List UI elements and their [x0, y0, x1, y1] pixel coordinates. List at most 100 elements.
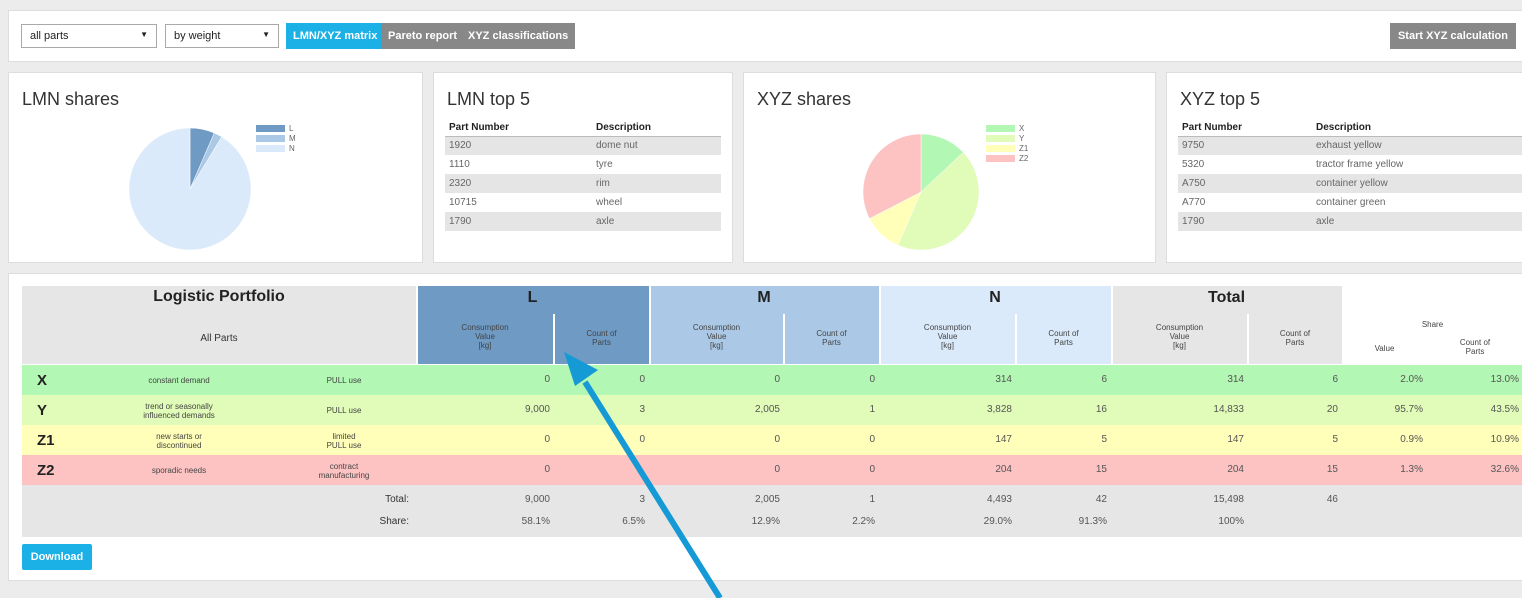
- part-description: axle: [1312, 212, 1522, 231]
- matrix-value-cell: 95.7%: [1394, 404, 1423, 415]
- tab-xyz-classifications[interactable]: XYZ classifications: [461, 23, 576, 49]
- matrix-value-cell: 5: [1101, 434, 1107, 445]
- table-header-row: Part Number Description: [445, 119, 721, 137]
- matrix-value-cell: 2.2%: [852, 516, 875, 527]
- matrix-value-cell: 1.3%: [1400, 464, 1423, 475]
- matrix-value-cell: 0: [869, 374, 875, 385]
- matrix-value-cell: 3,828: [986, 404, 1012, 415]
- column-header: Description: [1312, 119, 1522, 137]
- legend-swatch: [256, 124, 285, 132]
- download-button[interactable]: Download: [22, 544, 92, 570]
- toolbar: all parts ▼ by weight ▼ LMN/XYZ matrix P…: [8, 10, 1522, 62]
- legend-item-z2: Z2: [986, 153, 1028, 163]
- matrix-value-cell: 6: [1332, 374, 1338, 385]
- legend-label: Z1: [1019, 143, 1029, 153]
- matrix-value-cell: 4,493: [986, 494, 1012, 505]
- row-usage: PULL use: [326, 376, 362, 385]
- chevron-down-icon: ▼: [262, 30, 270, 39]
- parts-filter-select[interactable]: all parts ▼: [21, 24, 157, 48]
- matrix-value-cell: 0: [639, 374, 645, 385]
- legend-swatch: [986, 124, 1015, 132]
- matrix-value-cell: 0: [639, 434, 645, 445]
- sort-select[interactable]: by weight ▼: [165, 24, 279, 48]
- legend-swatch: [986, 144, 1015, 152]
- part-number: 2320: [445, 174, 592, 193]
- portfolio-title: Logistic Portfolio: [153, 288, 285, 305]
- group-title: N: [989, 289, 1001, 306]
- logistic-portfolio-panel: Logistic Portfolio All Parts L M N Total Consu…: [8, 273, 1522, 581]
- count-of-parts-header: Count of Parts: [586, 329, 617, 347]
- matrix-value-cell: 46: [1326, 494, 1338, 505]
- tab-lmn-xyz-matrix[interactable]: LMN/XYZ matrix: [286, 23, 385, 49]
- matrix-value-cell: [554, 464, 649, 478]
- group-title: L: [527, 289, 538, 306]
- part-number: 1790: [1178, 212, 1312, 231]
- matrix-value-cell: 12.9%: [751, 516, 780, 527]
- matrix-value-cell: 0: [774, 434, 780, 445]
- part-description: container yellow: [1312, 174, 1522, 193]
- tab-pareto-report[interactable]: Pareto report: [381, 23, 465, 49]
- matrix-value-cell: 13.0%: [1490, 374, 1519, 385]
- share-header: Share: [1421, 320, 1444, 329]
- row-label: Share:: [379, 516, 409, 527]
- lmn-legend: L M N: [256, 123, 296, 153]
- row-description: trend or seasonally influenced demands: [143, 402, 215, 420]
- consumption-value-header: Consumption Value [kg]: [692, 323, 741, 350]
- matrix-value-cell: 0: [544, 434, 550, 445]
- matrix-value-cell: 1: [869, 494, 875, 505]
- lmn-top5-title: LMN top 5: [447, 89, 531, 109]
- legend-item-m: M: [256, 133, 296, 143]
- lmn-top5-table: Part Number Description 1920 dome nut 1110…: [445, 119, 721, 231]
- table-row: A770 container green: [1178, 193, 1522, 212]
- matrix-value-cell: 0: [869, 434, 875, 445]
- part-number: A770: [1182, 197, 1206, 208]
- table-row: 2320 rim: [445, 174, 721, 193]
- matrix-value-cell: 147: [995, 434, 1012, 445]
- table-header-row: Part Number Description: [1178, 119, 1522, 137]
- table-row: 10715 wheel: [445, 193, 721, 212]
- share-count-header: Count of Parts: [1459, 338, 1491, 356]
- start-xyz-calculation-button[interactable]: Start XYZ calculation: [1389, 23, 1516, 49]
- part-description: axle: [592, 212, 721, 231]
- consumption-value-header: Consumption Value [kg]: [1155, 323, 1204, 350]
- xyz-top5-title: XYZ top 5: [1180, 89, 1261, 109]
- matrix-value-cell: 20: [1326, 404, 1338, 415]
- matrix-value-cell: 0.9%: [1400, 434, 1423, 445]
- matrix-value-cell: 204: [995, 464, 1012, 475]
- count-of-parts-header: Count of Parts: [1048, 329, 1079, 347]
- matrix-value-cell: 314: [1227, 374, 1244, 385]
- matrix-value-cell: 0: [774, 464, 780, 475]
- legend-label: M: [289, 133, 296, 143]
- lmn-top5-card: LMN top 5 Part Number Description 1920 dom…: [433, 72, 733, 263]
- part-description: container green: [1316, 197, 1386, 208]
- matrix-value-cell: 9,000: [524, 494, 550, 505]
- sort-value: by weight: [174, 30, 221, 42]
- legend-label: Z2: [1019, 153, 1029, 163]
- matrix-value-cell: [1248, 516, 1342, 530]
- matrix-value-cell: 9,000: [524, 404, 550, 415]
- part-number: A750: [1178, 174, 1312, 193]
- matrix-value-cell: 15,498: [1213, 494, 1244, 505]
- part-description: exhaust yellow: [1312, 136, 1522, 155]
- table-row: 1790 axle: [445, 212, 721, 231]
- column-header: Part Number: [445, 119, 592, 137]
- xyz-shares-card: XYZ shares X Y Z1 Z2: [743, 72, 1156, 263]
- matrix-value-cell: 6.5%: [622, 516, 645, 527]
- xyz-pie-chart: [862, 133, 980, 251]
- xyz-top5-card: XYZ top 5 Part Number Description 9750 exh…: [1166, 72, 1522, 263]
- row-class-label: Z2: [37, 462, 55, 479]
- count-of-parts-header: Count of Parts: [1279, 329, 1311, 347]
- matrix-value-cell: [1427, 494, 1522, 508]
- matrix-value-cell: 5: [1332, 434, 1338, 445]
- matrix-value-cell: 314: [995, 374, 1012, 385]
- table-row: 1790 axle: [1178, 212, 1522, 231]
- matrix-value-cell: 91.3%: [1078, 516, 1107, 527]
- legend-swatch: [986, 134, 1015, 142]
- chevron-down-icon: ▼: [140, 30, 148, 39]
- row-usage: contract manufacturing: [318, 462, 370, 480]
- row-label: Total:: [385, 494, 409, 505]
- legend-swatch: [256, 144, 285, 152]
- matrix-value-cell: 6: [1101, 374, 1107, 385]
- consumption-value-header: Consumption Value [kg]: [923, 323, 972, 350]
- part-number: 9750: [1178, 136, 1312, 155]
